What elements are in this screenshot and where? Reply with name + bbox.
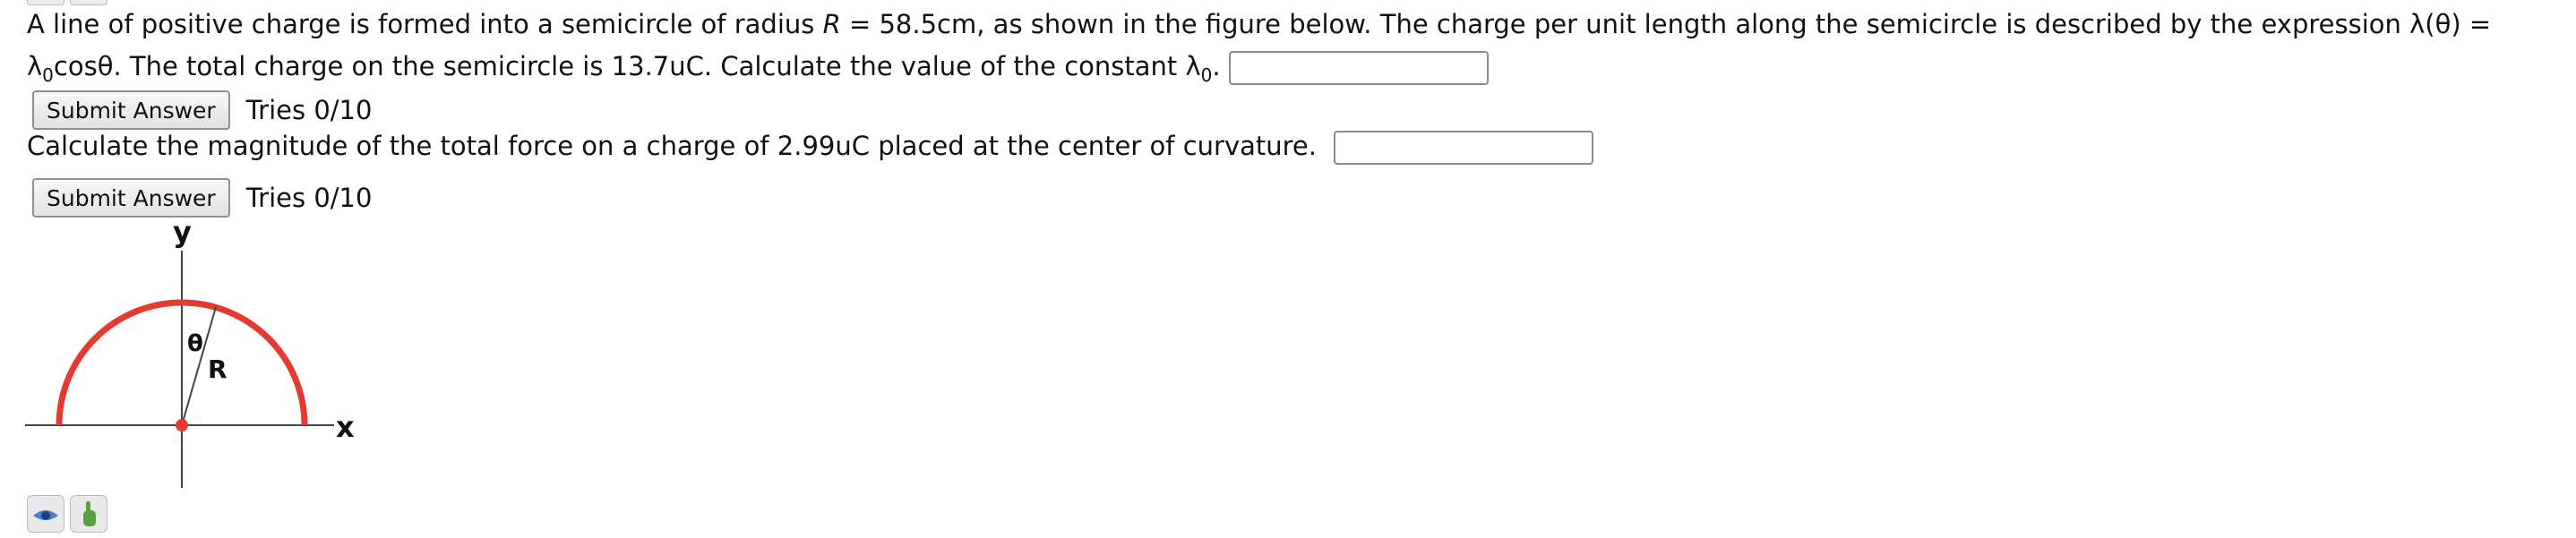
answer-input-1[interactable]: [1228, 51, 1489, 85]
q2-text: Calculate the magnitude of the total for…: [27, 131, 1317, 161]
y-axis-label: y: [173, 219, 192, 249]
radius-variable: R: [822, 9, 841, 39]
q1-text: cosθ. The total charge on the semicircle…: [53, 51, 1201, 81]
q1-text: A line of positive charge is formed into…: [27, 9, 823, 39]
subscript: 0: [1200, 64, 1213, 86]
eye-icon[interactable]: [27, 495, 64, 533]
problem-page: A line of positive charge is formed into…: [0, 0, 2576, 533]
radius-label: R: [208, 354, 228, 384]
tries-counter-2: Tries 0/10: [245, 183, 373, 213]
theta-label: θ: [187, 330, 203, 357]
hand-icon[interactable]: [70, 495, 107, 533]
bottom-toolbar: [27, 495, 107, 533]
submit-answer-button-1[interactable]: Submit Answer: [32, 90, 230, 130]
submit-row-1: Submit Answer Tries 0/10: [32, 90, 372, 130]
question-1-text: A line of positive charge is formed into…: [27, 4, 2553, 97]
submit-row-2: Submit Answer Tries 0/10: [32, 178, 372, 218]
center-point: [176, 419, 188, 431]
submit-answer-button-2[interactable]: Submit Answer: [32, 178, 230, 218]
q1-text: .: [1212, 51, 1221, 81]
x-axis-label: x: [336, 410, 355, 444]
semicircle-figure: y x θ R: [25, 219, 355, 488]
subscript: 0: [42, 64, 54, 86]
tries-counter-1: Tries 0/10: [245, 95, 373, 125]
question-2-text: Calculate the magnitude of the total for…: [27, 131, 1594, 165]
answer-input-2[interactable]: [1334, 131, 1594, 165]
